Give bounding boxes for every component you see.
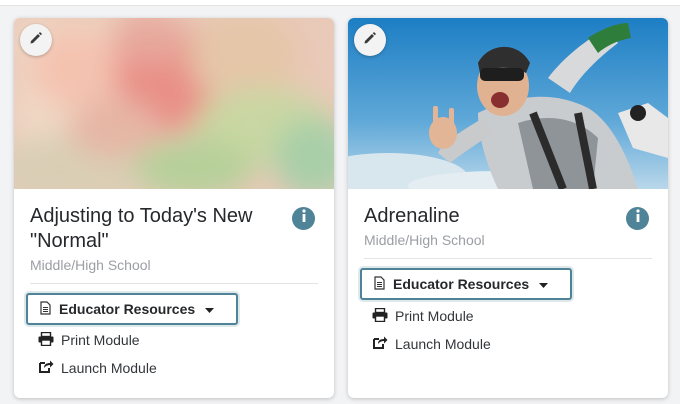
print-module-link[interactable]: Print Module: [372, 306, 474, 326]
caret-down-icon: [539, 276, 549, 292]
caret-down-icon: [205, 301, 215, 317]
launch-module-label: Launch Module: [395, 336, 491, 352]
module-title: Adjusting to Today's New "Normal": [30, 205, 253, 252]
module-card: Adjusting to Today's New "Normal" Middle…: [14, 18, 334, 398]
launch-module-link[interactable]: Launch Module: [372, 334, 491, 354]
share-external-icon: [372, 335, 388, 353]
printer-icon: [372, 307, 388, 325]
module-card: Adrenaline Middle/High School Educator R…: [348, 18, 668, 398]
divider: [364, 258, 652, 259]
educator-resources-button[interactable]: Educator Resources: [26, 293, 238, 325]
edit-button[interactable]: [354, 24, 386, 56]
info-icon: [635, 209, 641, 228]
educator-resources-button[interactable]: Educator Resources: [360, 268, 572, 300]
print-module-label: Print Module: [61, 332, 140, 348]
module-title: Adrenaline: [364, 205, 460, 227]
info-button[interactable]: [626, 207, 649, 230]
grade-level: Middle/High School: [30, 257, 151, 273]
print-module-label: Print Module: [395, 308, 474, 324]
document-icon: [374, 275, 385, 293]
printer-icon: [38, 331, 54, 349]
educator-resources-label: Educator Resources: [59, 301, 196, 317]
module-thumbnail[interactable]: [14, 18, 334, 189]
launch-module-link[interactable]: Launch Module: [38, 358, 157, 378]
top-bar: [0, 0, 680, 6]
launch-module-label: Launch Module: [61, 360, 157, 376]
grade-level: Middle/High School: [364, 232, 485, 248]
info-icon: [301, 209, 307, 228]
educator-resources-label: Educator Resources: [393, 276, 530, 292]
divider: [30, 283, 318, 284]
pencil-icon: [363, 31, 377, 50]
edit-button[interactable]: [20, 24, 52, 56]
pencil-icon: [29, 31, 43, 50]
module-thumbnail[interactable]: [348, 18, 668, 189]
print-module-link[interactable]: Print Module: [38, 330, 140, 350]
document-icon: [40, 300, 51, 318]
share-external-icon: [38, 359, 54, 377]
info-button[interactable]: [292, 207, 315, 230]
